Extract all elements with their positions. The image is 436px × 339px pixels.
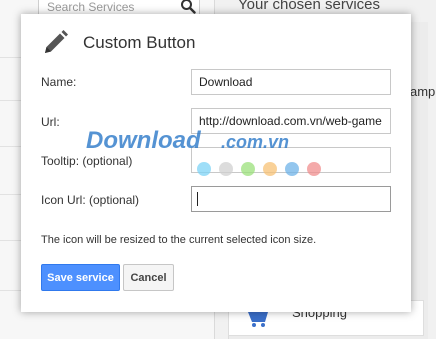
icon-url-input[interactable] bbox=[191, 186, 391, 212]
url-label: Url: bbox=[41, 115, 60, 129]
pencil-icon bbox=[45, 30, 68, 53]
tooltip-input[interactable] bbox=[191, 147, 391, 173]
cancel-button[interactable]: Cancel bbox=[123, 264, 174, 291]
dialog-title: Custom Button bbox=[83, 33, 196, 52]
search-icon[interactable] bbox=[180, 0, 196, 14]
text-caret bbox=[197, 192, 198, 206]
icon-url-label: Icon Url: (optional) bbox=[41, 193, 140, 207]
icon-resize-note: The icon will be resized to the current … bbox=[41, 234, 317, 246]
tooltip-label: Tooltip: (optional) bbox=[41, 154, 133, 168]
chosen-services-title: Your chosen services bbox=[238, 0, 381, 13]
custom-button-dialog: Custom Button Name: Url: Tooltip: (optio… bbox=[21, 14, 411, 312]
name-input[interactable] bbox=[191, 69, 391, 95]
url-input[interactable] bbox=[191, 108, 391, 134]
name-label: Name: bbox=[41, 75, 77, 89]
partial-service-label: amp bbox=[410, 84, 436, 99]
save-service-button[interactable]: Save service bbox=[41, 264, 120, 291]
dialog-header: Custom Button bbox=[41, 28, 195, 58]
